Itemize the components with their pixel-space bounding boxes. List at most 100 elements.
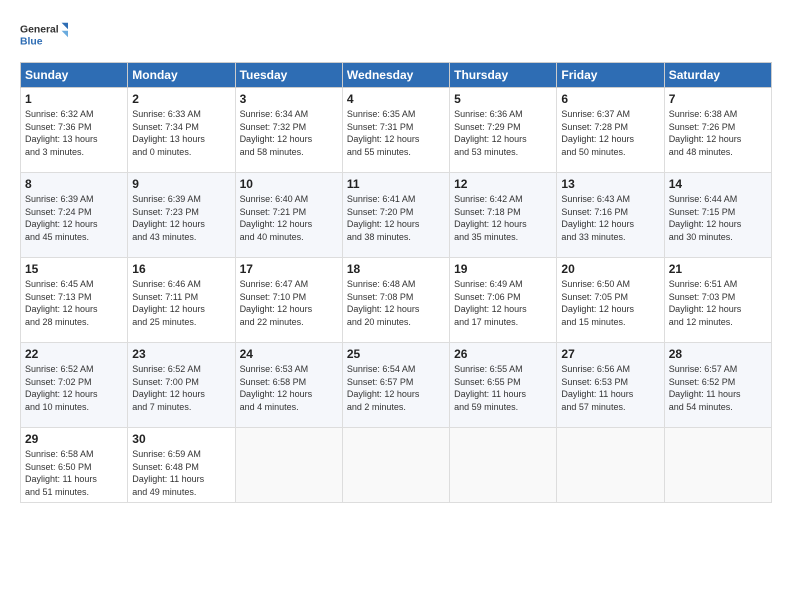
day-info: Sunrise: 6:39 AMSunset: 7:23 PMDaylight:… — [132, 194, 205, 242]
calendar-cell: 30Sunrise: 6:59 AMSunset: 6:48 PMDayligh… — [128, 428, 235, 503]
calendar-cell: 9 Sunrise: 6:39 AMSunset: 7:23 PMDaylight… — [128, 173, 235, 258]
day-info: Sunrise: 6:34 AMSunset: 7:32 PMDaylight:… — [240, 109, 313, 157]
calendar-cell: 7 Sunrise: 6:38 AMSunset: 7:26 PMDaylight… — [664, 88, 771, 173]
day-info: Sunrise: 6:42 AMSunset: 7:18 PMDaylight:… — [454, 194, 527, 242]
day-number: 27 — [561, 347, 659, 361]
calendar-cell: 21 Sunrise: 6:51 AMSunset: 7:03 PMDayligh… — [664, 258, 771, 343]
day-info: Sunrise: 6:46 AMSunset: 7:11 PMDaylight:… — [132, 279, 205, 327]
day-number: 8 — [25, 177, 123, 191]
day-info: Sunrise: 6:49 AMSunset: 7:06 PMDaylight:… — [454, 279, 527, 327]
day-number: 23 — [132, 347, 230, 361]
day-info: Sunrise: 6:53 AMSunset: 6:58 PMDaylight:… — [240, 364, 313, 412]
day-number: 26 — [454, 347, 552, 361]
calendar-week-row: 29 Sunrise: 6:58 AMSunset: 6:50 PMDayligh… — [21, 428, 772, 503]
calendar-week-row: 15Sunrise: 6:45 AMSunset: 7:13 PMDayligh… — [21, 258, 772, 343]
day-info: Sunrise: 6:54 AMSunset: 6:57 PMDaylight:… — [347, 364, 420, 412]
calendar-cell — [342, 428, 449, 503]
calendar-cell: 11Sunrise: 6:41 AMSunset: 7:20 PMDayligh… — [342, 173, 449, 258]
day-info: Sunrise: 6:36 AMSunset: 7:29 PMDaylight:… — [454, 109, 527, 157]
day-number: 20 — [561, 262, 659, 276]
calendar-cell: 3 Sunrise: 6:34 AMSunset: 7:32 PMDaylight… — [235, 88, 342, 173]
day-number: 11 — [347, 177, 445, 191]
calendar-cell: 12 Sunrise: 6:42 AMSunset: 7:18 PMDayligh… — [450, 173, 557, 258]
day-info: Sunrise: 6:56 AMSunset: 6:53 PMDaylight:… — [561, 364, 633, 412]
calendar-cell: 23 Sunrise: 6:52 AMSunset: 7:00 PMDayligh… — [128, 343, 235, 428]
day-number: 12 — [454, 177, 552, 191]
day-number: 29 — [25, 432, 123, 446]
svg-text:Blue: Blue — [20, 36, 43, 47]
weekday-header: Monday — [128, 63, 235, 88]
weekday-header: Tuesday — [235, 63, 342, 88]
day-info: Sunrise: 6:33 AMSunset: 7:34 PMDaylight:… — [132, 109, 205, 157]
day-number: 5 — [454, 92, 552, 106]
day-info: Sunrise: 6:51 AMSunset: 7:03 PMDaylight:… — [669, 279, 742, 327]
day-info: Sunrise: 6:32 AMSunset: 7:36 PMDaylight:… — [25, 109, 98, 157]
calendar-cell: 8 Sunrise: 6:39 AMSunset: 7:24 PMDaylight… — [21, 173, 128, 258]
calendar-cell — [235, 428, 342, 503]
page-header: General Blue — [20, 16, 772, 52]
day-info: Sunrise: 6:52 AMSunset: 7:00 PMDaylight:… — [132, 364, 205, 412]
calendar-cell — [557, 428, 664, 503]
day-info: Sunrise: 6:55 AMSunset: 6:55 PMDaylight:… — [454, 364, 526, 412]
day-info: Sunrise: 6:57 AMSunset: 6:52 PMDaylight:… — [669, 364, 741, 412]
calendar-cell: 24 Sunrise: 6:53 AMSunset: 6:58 PMDayligh… — [235, 343, 342, 428]
calendar-cell: 13 Sunrise: 6:43 AMSunset: 7:16 PMDayligh… — [557, 173, 664, 258]
day-number: 6 — [561, 92, 659, 106]
day-info: Sunrise: 6:47 AMSunset: 7:10 PMDaylight:… — [240, 279, 313, 327]
calendar-cell — [450, 428, 557, 503]
calendar-cell: 1 Sunrise: 6:32 AMSunset: 7:36 PMDaylight… — [21, 88, 128, 173]
day-info: Sunrise: 6:43 AMSunset: 7:16 PMDaylight:… — [561, 194, 634, 242]
day-number: 15 — [25, 262, 123, 276]
day-info: Sunrise: 6:58 AMSunset: 6:50 PMDaylight:… — [25, 449, 97, 497]
calendar-cell: 10 Sunrise: 6:40 AMSunset: 7:21 PMDayligh… — [235, 173, 342, 258]
calendar-cell: 22Sunrise: 6:52 AMSunset: 7:02 PMDayligh… — [21, 343, 128, 428]
calendar-cell: 17 Sunrise: 6:47 AMSunset: 7:10 PMDayligh… — [235, 258, 342, 343]
calendar-week-row: 8 Sunrise: 6:39 AMSunset: 7:24 PMDaylight… — [21, 173, 772, 258]
calendar-header: SundayMondayTuesdayWednesdayThursdayFrid… — [21, 63, 772, 88]
day-info: Sunrise: 6:44 AMSunset: 7:15 PMDaylight:… — [669, 194, 742, 242]
day-number: 10 — [240, 177, 338, 191]
calendar-cell: 6 Sunrise: 6:37 AMSunset: 7:28 PMDaylight… — [557, 88, 664, 173]
day-info: Sunrise: 6:40 AMSunset: 7:21 PMDaylight:… — [240, 194, 313, 242]
logo-svg: General Blue — [20, 16, 68, 52]
day-info: Sunrise: 6:39 AMSunset: 7:24 PMDaylight:… — [25, 194, 98, 242]
day-info: Sunrise: 6:48 AMSunset: 7:08 PMDaylight:… — [347, 279, 420, 327]
day-number: 28 — [669, 347, 767, 361]
day-number: 16 — [132, 262, 230, 276]
calendar-body: 1 Sunrise: 6:32 AMSunset: 7:36 PMDaylight… — [21, 88, 772, 503]
day-number: 25 — [347, 347, 445, 361]
calendar-cell: 14Sunrise: 6:44 AMSunset: 7:15 PMDayligh… — [664, 173, 771, 258]
day-number: 21 — [669, 262, 767, 276]
day-number: 3 — [240, 92, 338, 106]
day-info: Sunrise: 6:35 AMSunset: 7:31 PMDaylight:… — [347, 109, 420, 157]
day-number: 7 — [669, 92, 767, 106]
weekday-header: Saturday — [664, 63, 771, 88]
calendar-cell: 5 Sunrise: 6:36 AMSunset: 7:29 PMDaylight… — [450, 88, 557, 173]
day-number: 17 — [240, 262, 338, 276]
calendar-cell: 28 Sunrise: 6:57 AMSunset: 6:52 PMDayligh… — [664, 343, 771, 428]
day-info: Sunrise: 6:37 AMSunset: 7:28 PMDaylight:… — [561, 109, 634, 157]
day-info: Sunrise: 6:59 AMSunset: 6:48 PMDaylight:… — [132, 449, 204, 497]
weekday-header: Wednesday — [342, 63, 449, 88]
calendar-cell: 18 Sunrise: 6:48 AMSunset: 7:08 PMDayligh… — [342, 258, 449, 343]
svg-text:General: General — [20, 24, 59, 35]
day-number: 13 — [561, 177, 659, 191]
calendar-cell: 20 Sunrise: 6:50 AMSunset: 7:05 PMDayligh… — [557, 258, 664, 343]
calendar-cell: 26 Sunrise: 6:55 AMSunset: 6:55 PMDayligh… — [450, 343, 557, 428]
day-info: Sunrise: 6:50 AMSunset: 7:05 PMDaylight:… — [561, 279, 634, 327]
calendar-cell: 4Sunrise: 6:35 AMSunset: 7:31 PMDaylight… — [342, 88, 449, 173]
calendar-cell — [664, 428, 771, 503]
day-info: Sunrise: 6:38 AMSunset: 7:26 PMDaylight:… — [669, 109, 742, 157]
weekday-header: Thursday — [450, 63, 557, 88]
day-number: 1 — [25, 92, 123, 106]
day-number: 18 — [347, 262, 445, 276]
day-number: 19 — [454, 262, 552, 276]
calendar-cell: 19 Sunrise: 6:49 AMSunset: 7:06 PMDayligh… — [450, 258, 557, 343]
weekday-header: Sunday — [21, 63, 128, 88]
day-number: 22 — [25, 347, 123, 361]
calendar-cell: 29 Sunrise: 6:58 AMSunset: 6:50 PMDayligh… — [21, 428, 128, 503]
calendar-week-row: 22Sunrise: 6:52 AMSunset: 7:02 PMDayligh… — [21, 343, 772, 428]
calendar-cell: 15Sunrise: 6:45 AMSunset: 7:13 PMDayligh… — [21, 258, 128, 343]
day-number: 9 — [132, 177, 230, 191]
day-number: 24 — [240, 347, 338, 361]
